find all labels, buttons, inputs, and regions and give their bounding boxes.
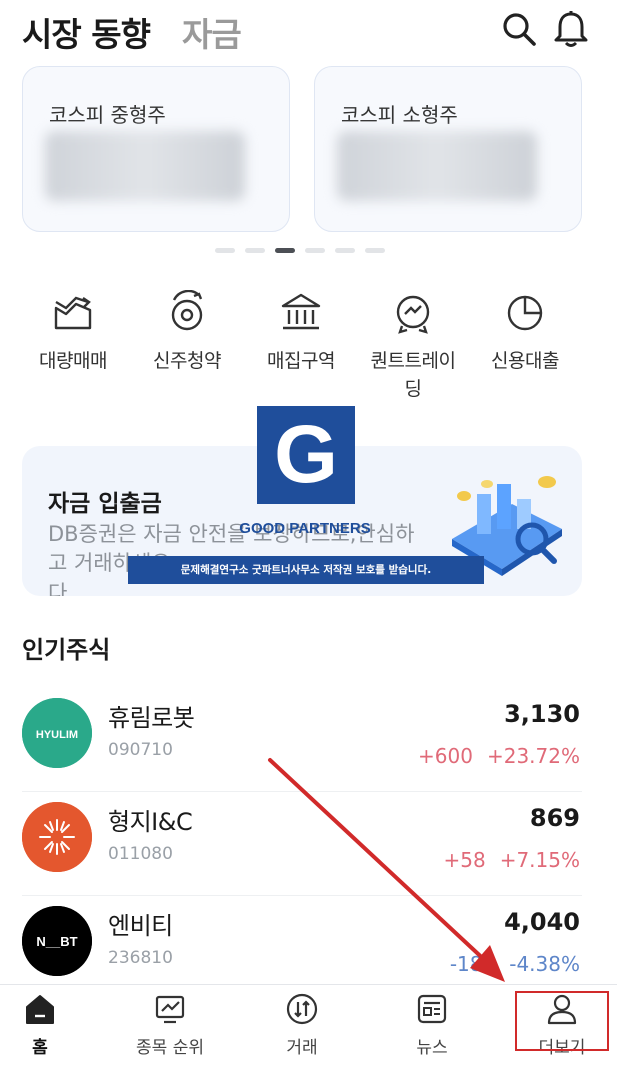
market-card-kospi-mid[interactable]: 코스피 중형주 (22, 66, 290, 232)
carousel-dot (335, 248, 355, 253)
stock-name: 형지I&C (108, 808, 193, 836)
stock-name: 휴림로봇 (108, 704, 195, 732)
market-card-title: 코스피 중형주 (49, 103, 166, 127)
tab-home[interactable]: 홈 (0, 991, 100, 1058)
trade-icon (286, 993, 318, 1025)
bottom-tab-bar: 홈 종목 순위 거래 뉴스 더보기 (0, 984, 617, 1067)
page-subtitle-tab[interactable]: 자금 (182, 8, 242, 56)
watermark-logo-letter: G (274, 409, 338, 500)
svg-text:N__BT: N__BT (36, 934, 77, 949)
market-card-kospi-small[interactable]: 코스피 소형주 (314, 66, 582, 232)
stock-name: 엔비티 (108, 912, 173, 940)
subscription-icon (171, 290, 203, 331)
stock-code: 090710 (108, 740, 173, 760)
tab-label: 홈 (32, 1038, 48, 1058)
search-icon[interactable] (500, 10, 538, 48)
menu-item-accumulation-zone[interactable]: 매집구역 (246, 290, 356, 376)
watermark-logo: G (257, 406, 355, 504)
bell-icon[interactable] (552, 10, 590, 48)
bank-icon (281, 293, 321, 330)
stock-change-percent: -4.38% (509, 952, 580, 976)
tab-label: 뉴스 (416, 1038, 448, 1058)
market-card-title: 코스피 소형주 (341, 103, 458, 127)
menu-item-quant-trading[interactable]: 퀀트트레이 딩 (358, 290, 468, 403)
blurred-market-value (337, 131, 537, 201)
stock-price: 3,130 (504, 700, 580, 728)
nbt-logo-icon: N__BT (22, 906, 92, 976)
chart-area-icon (54, 296, 92, 330)
menu-label: 대량매매 (39, 350, 107, 372)
header: 시장 동향 자금 (22, 8, 597, 54)
stock-change-percent: +7.15% (499, 848, 580, 872)
stock-logo: HYULIM (22, 698, 92, 768)
page-title: 시장 동향 (22, 15, 151, 54)
tab-label: 거래 (286, 1038, 318, 1058)
news-icon (417, 994, 447, 1024)
stock-price: 869 (529, 804, 580, 832)
stock-row[interactable]: HYULIM 휴림로봇 090710 3,130 +600 +23.72% (22, 688, 582, 792)
tab-stock-ranking[interactable]: 종목 순위 (110, 991, 230, 1058)
menu-item-ipo-subscription[interactable]: 신주청약 (132, 290, 242, 376)
stock-code: 011080 (108, 844, 173, 864)
stock-row[interactable]: 형지I&C 011080 869 +58 +7.15% (22, 792, 582, 896)
pie-chart-icon (507, 295, 543, 331)
annotation-highlight-box (515, 991, 609, 1051)
watermark-brand-name: GOOD PARTNERS (239, 520, 371, 537)
watermark-overlay: G GOOD PARTNERS 문제해결연구소 굿파트너사무소 저작권 보호를 … (120, 406, 490, 586)
tab-label: 종목 순위 (136, 1038, 204, 1058)
svg-text:HYULIM: HYULIM (36, 729, 78, 741)
home-icon (26, 995, 54, 1024)
stock-change: +58 +7.15% (443, 848, 580, 872)
menu-item-block-trade[interactable]: 대량매매 (18, 290, 128, 376)
menu-label: 매집구역 (267, 350, 335, 372)
carousel-dot-active (275, 248, 295, 253)
carousel-dot (305, 248, 325, 253)
watermark-copyright-notice: 문제해결연구소 굿파트너사무소 저작권 보호를 받습니다. (128, 556, 484, 584)
quant-trading-icon (396, 295, 430, 334)
blurred-market-value (45, 131, 245, 201)
hyulim-logo-icon: HYULIM (22, 698, 92, 768)
stock-change-amount: +600 (418, 744, 473, 768)
ranking-chart-icon (155, 995, 185, 1024)
carousel-indicator (215, 248, 395, 254)
menu-label: 신주청약 (153, 350, 221, 372)
carousel-dot (215, 248, 235, 253)
tab-news[interactable]: 뉴스 (372, 991, 492, 1058)
popular-stocks-title: 인기주식 (22, 636, 111, 664)
stock-change-amount: -180 (449, 952, 496, 976)
menu-label: 퀀트트레이 딩 (370, 350, 456, 400)
menu-item-credit-loan[interactable]: 신용대출 (470, 290, 580, 376)
stock-logo (22, 802, 92, 872)
market-cards: 코스피 중형주 코스피 소형주 (22, 66, 582, 232)
hyungji-logo-icon (22, 802, 92, 872)
menu-label: 신용대출 (491, 350, 559, 372)
carousel-dot (365, 248, 385, 253)
carousel-dot (245, 248, 265, 253)
stock-price: 4,040 (504, 908, 580, 936)
stock-change: +600 +23.72% (418, 744, 580, 768)
stock-code: 236810 (108, 948, 173, 968)
tab-trade[interactable]: 거래 (242, 991, 362, 1058)
quick-menu: 대량매매 신주청약 매집구역 퀀트트레이 딩 신용대출 (18, 290, 598, 420)
stock-change-percent: +23.72% (486, 744, 580, 768)
stock-logo: N__BT (22, 906, 92, 976)
stock-change-amount: +58 (443, 848, 486, 872)
stock-change: -180 -4.38% (450, 952, 580, 976)
